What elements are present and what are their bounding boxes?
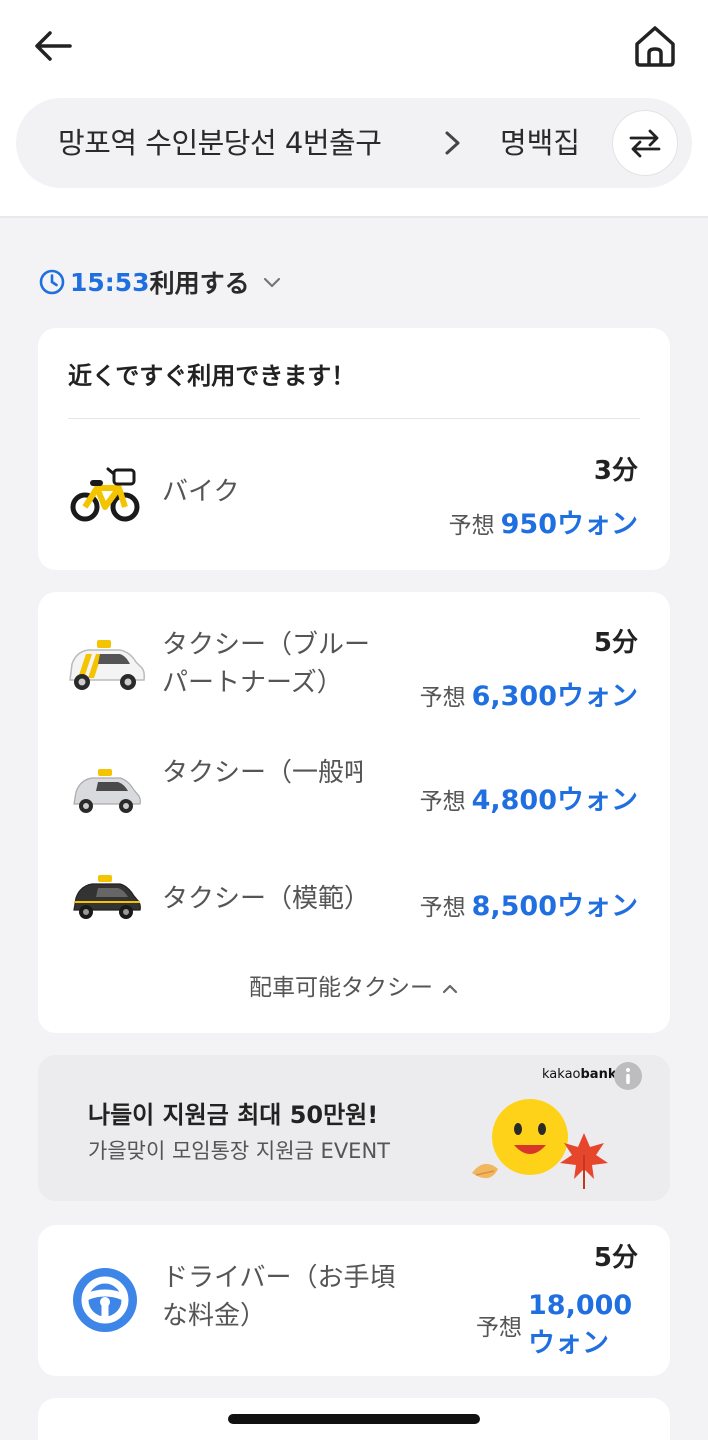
divider: [68, 418, 640, 419]
price-prefix: 予想: [419, 895, 466, 921]
nearby-title: 近くですぐ利用できます！: [68, 362, 356, 390]
swap-icon: [629, 129, 661, 158]
vehicle-price: 予想 6,300ウォン: [420, 674, 638, 713]
home-indicator: [228, 1414, 480, 1424]
vehicle-price: 予想 8,500ウォン: [420, 884, 638, 923]
price-amount: 4,800ウォン: [471, 785, 638, 816]
available-taxis-toggle[interactable]: 配車可能タクシー: [38, 968, 670, 1002]
bike-icon: [70, 467, 140, 522]
smiley-leaf-illustration: [472, 1099, 608, 1189]
price-prefix: 予想: [419, 789, 466, 815]
price-amount: 8,500ウォン: [471, 891, 638, 922]
vehicle-price: 予想 950ウォン: [449, 502, 638, 541]
nearby-card: 近くですぐ利用できます！ バイク 3分 予想 950ウォン: [38, 328, 670, 570]
home-button[interactable]: [630, 22, 680, 70]
route-bar[interactable]: 망포역 수인분당선 4번출구 명백집: [16, 98, 692, 188]
departure-time: 15:53: [70, 267, 150, 297]
vehicle-price: 予想 4,800ウォン: [420, 778, 638, 817]
price-amount: 6,300ウォン: [471, 681, 638, 712]
steering-wheel-icon: [73, 1268, 137, 1332]
taxi-card: タクシー（ブルーパートナーズ） 5分 予想6,300ウォン タクシー（一般呼び出…: [38, 592, 670, 1033]
info-icon[interactable]: [614, 1062, 642, 1090]
home-icon: [635, 26, 675, 67]
chevron-right-icon: [445, 131, 460, 155]
chevron-up-icon: [442, 984, 458, 993]
vehicle-eta: 5分: [593, 1243, 638, 1273]
vehicle-price: 予想 18,000ウォン: [476, 1287, 638, 1363]
vehicle-name: タクシー（ブルーパートナーズ）: [162, 630, 371, 698]
clock-icon: [39, 269, 65, 295]
driver-card: ドライバー（お手頃な料金） 5分 予想 18,000ウォン: [38, 1225, 670, 1376]
swap-route-button[interactable]: [612, 110, 678, 176]
chevron-down-icon: [263, 277, 280, 288]
price-prefix: 予想: [419, 685, 466, 711]
vehicle-name: タクシー（一般呼び出…: [162, 758, 362, 788]
route-origin[interactable]: 망포역 수인분당선 4번출구: [58, 120, 382, 162]
top-bar: 망포역 수인분당선 4번출구 명백집: [0, 0, 708, 218]
vehicle-eta: 3分: [593, 456, 638, 486]
price-prefix: 予想: [448, 513, 495, 539]
general-taxi-icon: [73, 769, 141, 813]
blue-taxi-icon: [69, 640, 145, 690]
departure-time-label: 利用する: [149, 269, 250, 298]
promo-banner[interactable]: kakaobank 나들이 지원금 최대 50만원! 가을맞이 모임통장 지원금…: [38, 1055, 670, 1201]
banner-subtitle: 가을맞이 모임통장 지원금 EVENT: [88, 1139, 390, 1163]
back-button[interactable]: [30, 24, 78, 68]
back-arrow-icon: [35, 31, 72, 61]
available-taxis-label: 配車可能タクシー: [249, 975, 433, 1001]
info-glyph: [626, 1068, 630, 1084]
brand-logo: kakaobank: [542, 1067, 617, 1082]
deluxe-taxi-icon: [73, 875, 141, 919]
vehicle-name: バイク: [162, 477, 240, 507]
vehicle-name: タクシー（模範）: [162, 884, 371, 914]
price-prefix: 予想: [476, 1315, 522, 1341]
route-destination[interactable]: 명백집: [500, 120, 580, 162]
vehicle-name: ドライバー（お手頃な料金）: [162, 1263, 396, 1331]
vehicle-eta: 5分: [593, 628, 638, 658]
price-amount: 18,000ウォン: [528, 1290, 633, 1359]
price-amount: 950ウォン: [500, 509, 638, 540]
departure-time-selector[interactable]: 15:53 利用する: [38, 264, 282, 300]
banner-title: 나들이 지원금 최대 50만원!: [88, 1101, 379, 1129]
